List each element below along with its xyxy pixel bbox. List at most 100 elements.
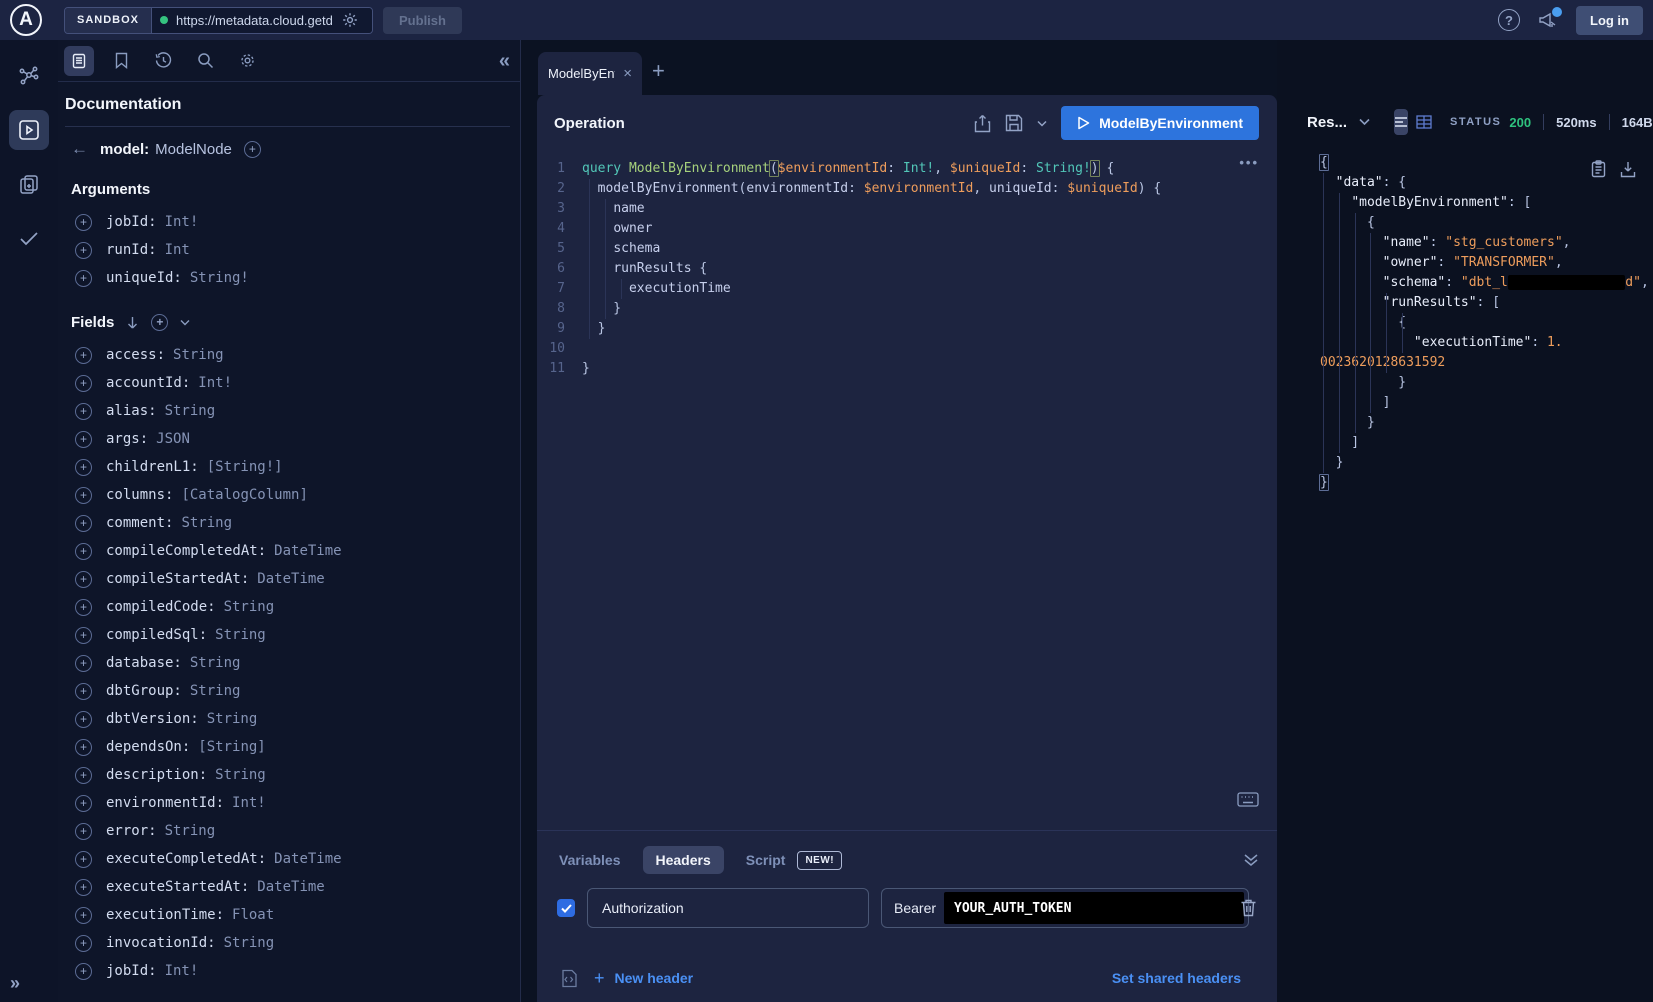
add-field-icon[interactable]: + [75, 431, 92, 448]
new-tab-icon[interactable]: + [652, 58, 665, 84]
add-field-icon[interactable]: + [75, 767, 92, 784]
run-operation-button[interactable]: ModelByEnvironment [1061, 106, 1259, 140]
field-row[interactable]: +executeStartedAt:DateTime [75, 873, 510, 901]
field-row[interactable]: +dependsOn:[String] [75, 733, 510, 761]
add-field-icon[interactable]: + [75, 347, 92, 364]
endpoint-settings-gear-icon[interactable] [342, 12, 358, 28]
tab-script[interactable]: Script [746, 852, 786, 868]
field-row[interactable]: +access:String [75, 341, 510, 369]
add-field-icon[interactable]: + [75, 711, 92, 728]
field-row[interactable]: +executionTime:Float [75, 901, 510, 929]
announcements-megaphone-icon[interactable] [1538, 11, 1558, 29]
back-arrow-icon[interactable]: ← [71, 139, 88, 159]
field-row[interactable]: +invocationId:String [75, 929, 510, 957]
publish-button[interactable]: Publish [383, 7, 462, 34]
add-type-icon[interactable]: + [244, 141, 261, 158]
add-field-icon[interactable]: + [75, 655, 92, 672]
add-field-icon[interactable]: + [75, 879, 92, 896]
field-row[interactable]: +accountId:Int! [75, 369, 510, 397]
add-field-icon[interactable]: + [75, 459, 92, 476]
save-menu-chevron-icon[interactable] [1037, 120, 1047, 127]
add-field-icon[interactable]: + [75, 487, 92, 504]
set-shared-headers-button[interactable]: Set shared headers [1112, 970, 1241, 986]
field-row[interactable]: +executeCompletedAt:DateTime [75, 845, 510, 873]
collections-icon[interactable] [9, 164, 49, 204]
field-row[interactable]: +database:String [75, 649, 510, 677]
close-tab-icon[interactable]: × [623, 65, 632, 82]
add-field-icon[interactable]: + [75, 214, 92, 231]
add-field-icon[interactable]: + [75, 403, 92, 420]
delete-header-icon[interactable] [1240, 898, 1257, 917]
field-row[interactable]: +args:JSON [75, 425, 510, 453]
collapse-request-panel-icon[interactable] [1243, 853, 1259, 867]
field-row[interactable]: +dbtGroup:String [75, 677, 510, 705]
endpoint-url-field[interactable]: https://metadata.cloud.getd [152, 8, 372, 33]
raw-view-toggle-icon[interactable] [1394, 109, 1408, 135]
field-row[interactable]: +compiledCode:String [75, 593, 510, 621]
add-field-icon[interactable]: + [75, 543, 92, 560]
new-header-button[interactable]: + New header [594, 968, 693, 989]
query-editor[interactable]: 1query ModelByEnvironment($environmentId… [537, 151, 1277, 379]
save-icon[interactable] [1005, 114, 1023, 132]
add-field-icon[interactable]: + [75, 823, 92, 840]
header-enabled-checkbox[interactable] [557, 899, 575, 917]
documentation-tab-icon[interactable] [64, 46, 94, 76]
header-key-input[interactable] [587, 888, 869, 928]
add-field-icon[interactable]: + [75, 571, 92, 588]
add-field-icon[interactable]: + [75, 907, 92, 924]
schema-graph-icon[interactable] [9, 56, 49, 96]
add-field-icon[interactable]: + [75, 963, 92, 980]
docs-type-name[interactable]: ModelNode [155, 141, 232, 158]
field-row[interactable]: +error:String [75, 817, 510, 845]
field-row[interactable]: +compileCompletedAt:DateTime [75, 537, 510, 565]
field-row[interactable]: +compileStartedAt:DateTime [75, 565, 510, 593]
argument-row[interactable]: +runId:Int [75, 236, 510, 264]
operation-tab[interactable]: ModelByEnvi... × [538, 52, 642, 95]
add-field-icon[interactable]: + [75, 375, 92, 392]
add-field-icon[interactable]: + [75, 242, 92, 259]
add-field-icon[interactable]: + [75, 851, 92, 868]
field-row[interactable]: +dbtVersion:String [75, 705, 510, 733]
keyboard-shortcuts-icon[interactable] [1237, 792, 1259, 807]
explorer-nav-icon[interactable] [9, 110, 49, 150]
search-icon[interactable] [190, 46, 220, 76]
field-row[interactable]: +columns:[CatalogColumn] [75, 481, 510, 509]
argument-row[interactable]: +uniqueId:String! [75, 264, 510, 292]
editor-more-menu-icon[interactable]: ••• [1239, 155, 1259, 170]
table-view-toggle-icon[interactable] [1416, 109, 1432, 135]
add-field-icon[interactable]: + [75, 627, 92, 644]
settings-gear-icon[interactable] [232, 46, 262, 76]
response-menu-chevron-icon[interactable] [1359, 118, 1370, 126]
env-variables-icon[interactable] [561, 969, 578, 988]
field-row[interactable]: +comment:String [75, 509, 510, 537]
add-field-icon[interactable]: + [75, 739, 92, 756]
add-field-icon[interactable]: + [75, 935, 92, 952]
field-row[interactable]: +alias:String [75, 397, 510, 425]
checks-icon[interactable] [9, 218, 49, 258]
add-field-icon[interactable]: + [75, 599, 92, 616]
add-field-icon[interactable]: + [75, 270, 92, 287]
field-row[interactable]: +description:String [75, 761, 510, 789]
auth-token-value[interactable]: YOUR_AUTH_TOKEN [944, 892, 1244, 924]
bookmark-icon[interactable] [106, 46, 136, 76]
header-value-input[interactable]: Bearer YOUR_AUTH_TOKEN [881, 888, 1249, 928]
add-field-icon[interactable]: + [75, 515, 92, 532]
help-icon[interactable]: ? [1498, 9, 1520, 31]
response-json[interactable]: { "data": { "modelByEnvironment": [ { "n… [1320, 145, 1653, 1002]
fields-menu-chevron-icon[interactable] [180, 319, 190, 326]
tab-headers[interactable]: Headers [643, 846, 724, 874]
login-button[interactable]: Log in [1576, 6, 1643, 35]
field-row[interactable]: +jobId:Int! [75, 957, 510, 985]
collapse-docs-icon[interactable]: « [499, 51, 510, 71]
response-title[interactable]: Res... [1307, 114, 1347, 131]
expand-rail-icon[interactable]: » [10, 973, 20, 994]
history-icon[interactable] [148, 46, 178, 76]
add-field-icon[interactable]: + [75, 683, 92, 700]
field-row[interactable]: +environmentId:Int! [75, 789, 510, 817]
add-field-icon[interactable]: + [75, 795, 92, 812]
field-row[interactable]: +compiledSql:String [75, 621, 510, 649]
add-all-fields-icon[interactable]: + [151, 314, 168, 331]
tab-variables[interactable]: Variables [559, 852, 621, 868]
field-row[interactable]: +childrenL1:[String!] [75, 453, 510, 481]
sort-fields-icon[interactable] [126, 316, 139, 330]
